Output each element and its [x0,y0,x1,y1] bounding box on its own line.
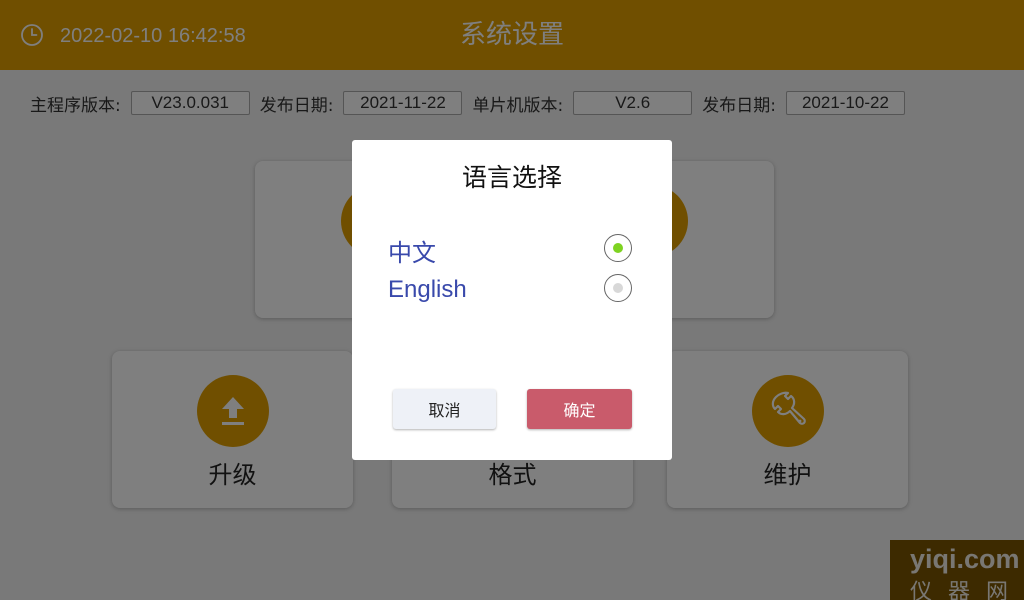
cancel-button[interactable]: 取消 [393,389,496,429]
confirm-button[interactable]: 确定 [527,389,632,429]
radio-selected-dot [613,243,623,253]
language-dialog: 语言选择 中文 English 取消 确定 [352,140,672,460]
language-option-english[interactable]: English [388,276,467,304]
radio-chinese[interactable] [604,234,632,262]
dialog-title: 语言选择 [461,163,562,192]
language-option-chinese[interactable]: 中文 [388,233,436,268]
radio-unselected-dot [613,283,623,293]
radio-english[interactable] [604,274,632,302]
